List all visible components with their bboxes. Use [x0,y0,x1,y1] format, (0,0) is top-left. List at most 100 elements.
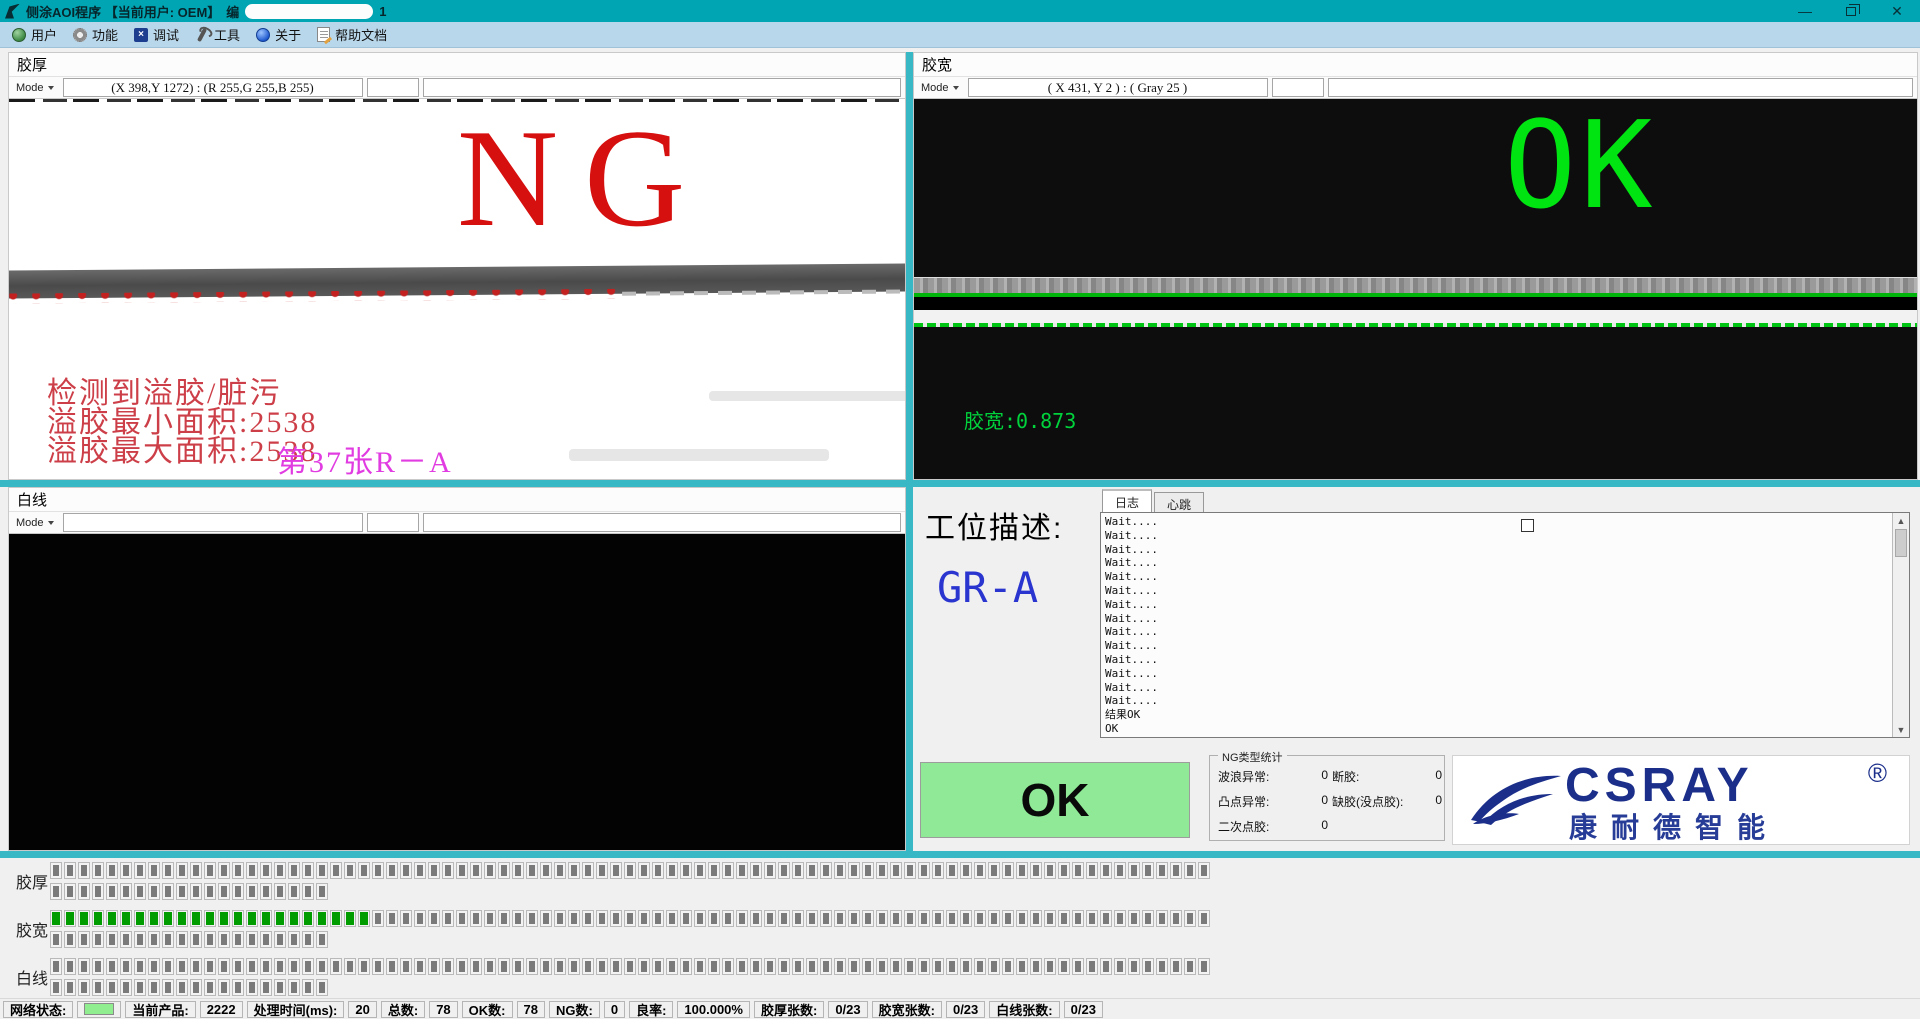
frame-slot [680,862,692,879]
chevron-down-icon [48,86,54,90]
frame-slot [162,931,174,948]
frame-slot [1184,958,1196,975]
frame-slot-green [358,910,370,927]
ng-stat-value: 0 [1435,793,1442,810]
frame-slot [190,931,202,948]
frame-slot [218,862,230,879]
frame-slot [876,910,888,927]
app-logo-icon [5,4,20,19]
toolbar-field-small[interactable] [367,78,419,97]
frame-slot [64,883,76,900]
frame-slot [316,931,328,948]
log-tab-日志[interactable]: 日志 [1102,489,1152,512]
toolbar-field-wide[interactable] [1328,78,1913,97]
menu-item-关于[interactable]: 关于 [250,23,311,47]
toolbar-field-small[interactable] [1272,78,1324,97]
window-title-suffix: 1 [379,4,386,19]
ng-stat-label: 波浪异常: [1218,768,1269,785]
frame-slot [302,883,314,900]
ng-stat-row: 二次点胶:0 [1218,818,1328,835]
frame-slot [1016,958,1028,975]
frame-slot [316,883,328,900]
overall-result-button[interactable]: OK [920,762,1190,838]
log-content[interactable]: Wait....Wait....Wait....Wait....Wait....… [1100,512,1910,738]
frame-slot [1016,862,1028,879]
menu-item-工具[interactable]: 工具 [189,23,250,47]
mode-dropdown[interactable]: Mode [11,513,59,532]
log-line: OK [1105,722,1889,736]
status-label: 白线张数: [989,1001,1059,1018]
frame-slot [624,862,636,879]
frame-slot [1030,862,1042,879]
frame-slot [1086,862,1098,879]
menu-item-用户[interactable]: 用户 [6,23,67,47]
frame-slot [1142,910,1154,927]
menu-item-功能[interactable]: 功能 [67,23,128,47]
station-description-label: 工位描述: [925,503,1063,547]
frame-slot [666,958,678,975]
frame-slot [988,910,1000,927]
title-redaction-blob [245,4,373,19]
frame-slot [442,910,454,927]
status-value: 0/23 [1064,1001,1103,1018]
frame-slot [134,958,146,975]
frame-slot [64,979,76,996]
frame-slot [1142,958,1154,975]
frame-slot [50,979,62,996]
minimize-icon[interactable]: — [1782,0,1828,22]
window-title-fragment: 编 [226,2,239,21]
frame-slot [302,931,314,948]
status-label: 总数: [381,1001,425,1018]
frame-indicator-section: 胶厚胶宽白线 [0,858,1920,998]
frame-slot [274,862,286,879]
frame-slot [106,883,118,900]
mode-dropdown[interactable]: Mode [916,78,964,97]
status-value: 0/23 [946,1001,985,1018]
frame-slot [862,958,874,975]
frame-slot [78,931,90,948]
frame-slot [554,958,566,975]
log-checkbox[interactable] [1521,519,1534,532]
indicator-row [50,931,1212,948]
toolbar-field-wide[interactable] [423,78,901,97]
frame-slot [918,910,930,927]
menu-item-label: 关于 [275,25,301,44]
frame-slot [106,931,118,948]
frame-slot [134,931,146,948]
ng-stat-label: 缺胶(没点胶): [1332,793,1403,810]
frame-slot [50,958,62,975]
ng-stat-label: 断胶: [1332,768,1359,785]
frame-slot [1198,958,1210,975]
toolbar-field-wide[interactable] [423,513,901,532]
frame-slot [1114,862,1126,879]
frame-slot [764,958,776,975]
window-title: 侧涂AOI程序 【当前用户: OEM】 编 1 [26,2,387,21]
close-icon[interactable]: ✕ [1874,0,1920,22]
status-label: 良率: [629,1001,673,1018]
window-controls: — ✕ [1782,0,1920,22]
frame-slot [582,862,594,879]
frame-slot [120,958,132,975]
toolbar-field-small[interactable] [367,513,419,532]
frame-slot [358,862,370,879]
frame-slot [680,958,692,975]
menu-item-调试[interactable]: ×调试 [128,23,189,47]
log-scrollbar[interactable]: ▲ ▼ [1892,513,1909,737]
menu-bar: 用户功能×调试工具 关于帮助文档 [0,22,1920,48]
scrollbar-thumb[interactable] [1895,529,1907,557]
frame-slot [918,958,930,975]
pixel-coordinate-readout: (X 398,Y 1272) : (R 255,G 255,B 255) [63,78,363,97]
frame-slot [848,910,860,927]
menu-item-帮助文档[interactable]: 帮助文档 [311,23,397,47]
restore-icon[interactable] [1828,0,1874,22]
frame-slot [960,862,972,879]
mode-dropdown[interactable]: Mode [11,78,59,97]
scroll-down-icon[interactable]: ▼ [1897,722,1906,737]
frame-slot-green [344,910,356,927]
panel-glue-thickness-title: 胶厚 [9,53,905,77]
scroll-up-icon[interactable]: ▲ [1897,513,1906,528]
log-tab-心跳[interactable]: 心跳 [1154,492,1204,512]
frame-slot [568,910,580,927]
frame-slot [92,931,104,948]
frame-slot [652,958,664,975]
